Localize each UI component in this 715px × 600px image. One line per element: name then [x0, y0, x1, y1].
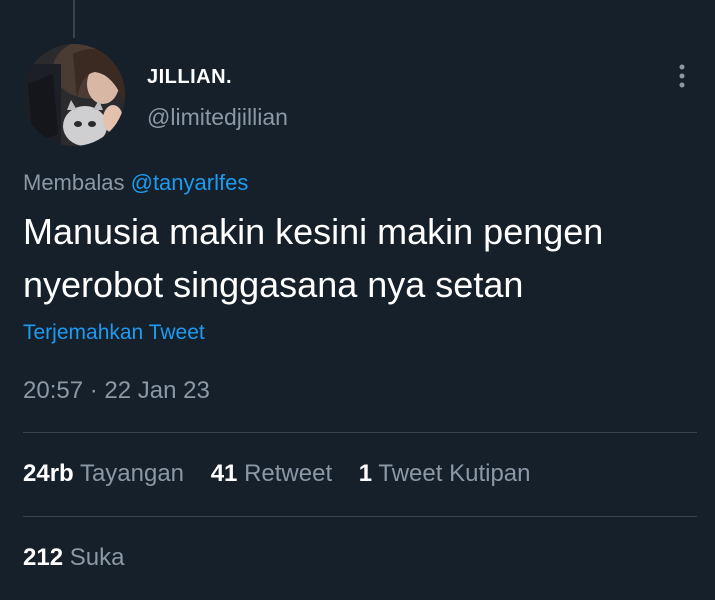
- likes-count: 212: [23, 544, 64, 571]
- quote-tweets-label: Tweet Kutipan: [378, 460, 531, 487]
- retweets-count: 41: [210, 460, 238, 487]
- replying-to-label: Membalas: [23, 170, 125, 195]
- author-handle[interactable]: @limitedjillian: [147, 104, 288, 131]
- tweet-timestamp[interactable]: 20:57 · 22 Jan 23: [23, 377, 210, 405]
- replying-to-mention[interactable]: @tanyarlfes: [131, 170, 249, 195]
- quote-tweets-stat[interactable]: 1 Tweet Kutipan: [359, 460, 531, 488]
- likes-label: Suka: [69, 544, 125, 571]
- tweet-text: Manusia makin kesini makin pengen nyerob…: [23, 211, 604, 305]
- replying-to: Membalas @tanyarlfes: [23, 170, 248, 196]
- retweets-stat[interactable]: 41 Retweet: [211, 460, 332, 488]
- likes-stat[interactable]: 212 Suka: [23, 544, 124, 572]
- views-stat[interactable]: 24rb Tayangan: [23, 460, 184, 488]
- thread-connector-line: [73, 0, 75, 38]
- avatar[interactable]: [23, 44, 125, 146]
- views-label: Tayangan: [79, 460, 185, 487]
- translate-tweet-link[interactable]: Terjemahkan Tweet: [23, 321, 205, 345]
- quote-tweets-count: 1: [358, 460, 373, 487]
- retweets-label: Retweet: [244, 460, 333, 487]
- likes-stats: 212 Suka: [23, 544, 144, 572]
- engagement-stats: 24rb Tayangan 41 Retweet 1 Tweet Kutipan: [23, 460, 551, 488]
- more-vertical-icon: [679, 64, 685, 88]
- profile-photo-icon: [23, 44, 125, 146]
- author-display-name[interactable]: JILLIAN.: [147, 66, 232, 89]
- more-options-button[interactable]: [666, 60, 698, 92]
- views-count: 24rb: [23, 460, 74, 487]
- divider: [23, 516, 697, 517]
- divider: [23, 432, 697, 433]
